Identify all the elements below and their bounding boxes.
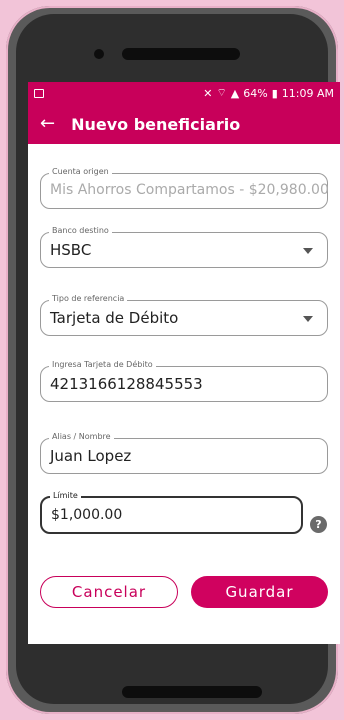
mute-icon: ✕ — [203, 86, 213, 100]
tipo-referencia-select[interactable]: Tipo de referencia Tarjeta de Débito — [40, 294, 328, 336]
battery-icon: ▮ — [271, 86, 278, 100]
chevron-down-icon[interactable] — [303, 248, 313, 254]
cuenta-origen-label: Cuenta origen — [49, 167, 112, 176]
alias-nombre-value[interactable]: Juan Lopez — [50, 447, 131, 465]
alias-nombre-input[interactable]: Alias / Nombre Juan Lopez — [40, 432, 328, 474]
signal-icon: ▲ — [230, 86, 240, 100]
tarjeta-debito-label: Ingresa Tarjeta de Débito — [49, 360, 156, 369]
arrow-left-icon[interactable]: ← — [40, 115, 55, 133]
notification-icon — [34, 88, 44, 98]
status-bar: ✕ ⌔ ▲ 64% ▮ 11:09 AM — [28, 82, 340, 104]
chevron-down-icon[interactable] — [303, 316, 313, 322]
banco-destino-value: HSBC — [50, 241, 92, 259]
cancel-button[interactable]: Cancelar — [40, 576, 178, 608]
app-screen: ✕ ⌔ ▲ 64% ▮ 11:09 AM ← Nuevo beneficiari… — [28, 82, 340, 644]
limite-input[interactable]: Límite $1,000.00 — [40, 491, 303, 534]
front-camera — [94, 49, 104, 59]
tarjeta-debito-value[interactable]: 4213166128845553 — [50, 375, 203, 393]
home-bar — [122, 686, 262, 698]
cuenta-origen-field: Cuenta origen Mis Ahorros Compartamos - … — [40, 167, 329, 209]
page-title: Nuevo beneficiario — [71, 114, 241, 134]
battery-percent: 64% — [243, 86, 268, 100]
tarjeta-debito-input[interactable]: Ingresa Tarjeta de Débito 42131661288455… — [40, 360, 328, 402]
help-icon[interactable]: ? — [310, 516, 327, 533]
tipo-referencia-value: Tarjeta de Débito — [50, 309, 179, 327]
clock: 11:09 AM — [281, 86, 334, 100]
banco-destino-select[interactable]: Banco destino HSBC — [40, 226, 328, 268]
app-bar: ← Nuevo beneficiario — [28, 104, 340, 144]
limite-label: Límite — [50, 491, 81, 500]
wifi-icon: ⌔ — [216, 86, 227, 99]
alias-nombre-label: Alias / Nombre — [49, 432, 114, 441]
banco-destino-label: Banco destino — [49, 226, 112, 235]
earpiece-speaker — [122, 48, 240, 60]
tipo-referencia-label: Tipo de referencia — [49, 294, 128, 303]
cuenta-origen-value: Mis Ahorros Compartamos - $20,980.00 — [50, 182, 329, 198]
save-button[interactable]: Guardar — [191, 576, 328, 608]
limite-value[interactable]: $1,000.00 — [51, 507, 122, 523]
